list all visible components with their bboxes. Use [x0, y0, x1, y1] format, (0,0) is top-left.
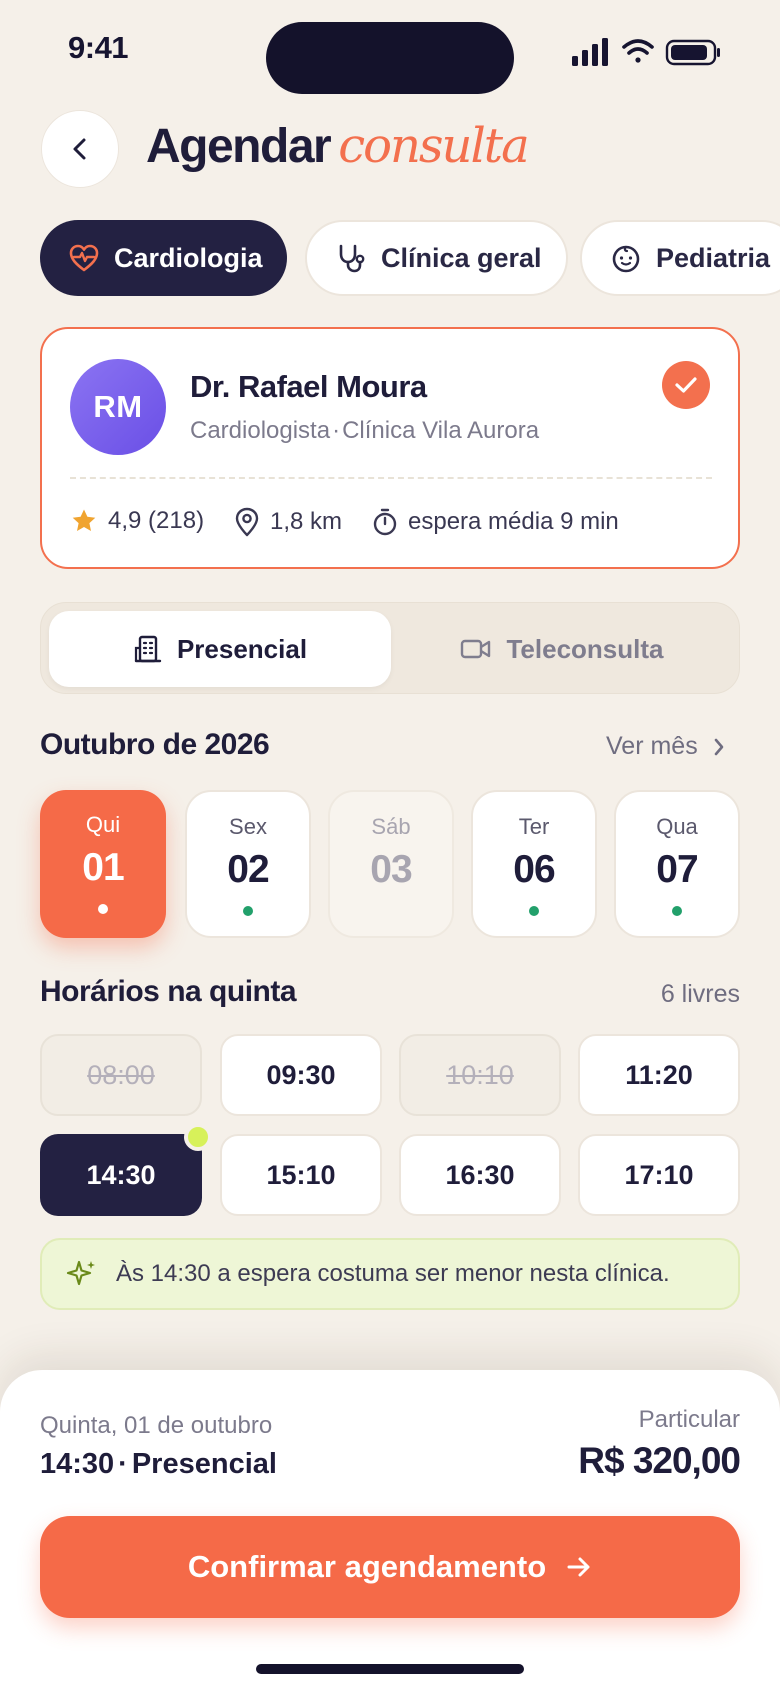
distance-value: 1,8 km [270, 508, 343, 535]
free-slots-count: 6 livres [660, 980, 740, 1008]
tip-text: Às 14:30 a espera costuma ser menor nest… [116, 1260, 670, 1287]
selected-check-badge [662, 361, 710, 409]
doctor-card[interactable]: RM Dr. Rafael Moura Cardiologista·Clínic… [40, 327, 740, 569]
specialty-chip-label: Clínica geral [381, 242, 542, 273]
specialty-chip-label: Cardiologia [114, 242, 263, 273]
wifi-icon [622, 39, 654, 63]
summary-time-mode: 14:30 · Presencial [40, 1448, 277, 1481]
battery-icon [665, 39, 720, 66]
baby-face-icon [610, 242, 642, 274]
sparkle-icon [66, 1258, 98, 1290]
signal-icon [572, 38, 608, 66]
consult-mode-toggle: Presencial Teleconsulta [40, 602, 740, 694]
mode-option-teleconsulta[interactable]: Teleconsulta [391, 611, 733, 687]
divider [70, 477, 712, 479]
see-month-label: Ver mês [606, 732, 698, 760]
mode-option-label: Presencial [176, 633, 308, 664]
map-pin-icon [234, 507, 260, 537]
summary-mode: Presencial [131, 1448, 277, 1480]
date-weekday: Sex [229, 814, 267, 839]
specialty-chip-pediatria[interactable]: Pediatria [580, 220, 780, 296]
date-number: 02 [227, 848, 269, 891]
availability-dot [386, 906, 396, 916]
time-slot-taken: 10:10 [399, 1034, 561, 1116]
chevron-right-icon [712, 736, 726, 758]
date-number: 01 [82, 846, 124, 889]
stopwatch-icon [372, 507, 398, 537]
time-slot[interactable]: 16:30 [399, 1134, 561, 1216]
availability-dot [672, 906, 682, 916]
date-weekday: Sáb [371, 814, 411, 839]
specialty-chip-clinica-geral[interactable]: Clínica geral [305, 220, 568, 296]
back-button[interactable] [41, 110, 119, 188]
confirm-button-label: Confirmar agendamento [187, 1549, 547, 1584]
doctor-specialty: Cardiologista [190, 417, 331, 444]
mode-option-label: Teleconsulta [506, 633, 664, 664]
building-icon [133, 634, 163, 664]
date-card[interactable]: Sex 02 [185, 790, 311, 938]
time-slot-selected[interactable]: 14:30 [40, 1134, 202, 1216]
selected-indicator-dot [184, 1123, 212, 1151]
arrow-right-icon [566, 1555, 592, 1579]
date-number: 06 [513, 848, 555, 891]
date-card[interactable]: Qui 01 [40, 790, 166, 938]
rating-value: 4,9 (218) [108, 507, 205, 534]
see-month-link[interactable]: Ver mês [606, 732, 726, 761]
mode-option-presencial[interactable]: Presencial [49, 611, 391, 687]
date-weekday: Qua [656, 814, 698, 839]
summary-time: 14:30 [40, 1448, 115, 1480]
heart-pulse-icon [68, 242, 100, 274]
avatar: RM [70, 359, 166, 455]
specialty-chip-cardiologia[interactable]: Cardiologia [40, 220, 287, 296]
times-title: Horários na quinta [40, 975, 297, 1008]
dynamic-island [266, 22, 514, 94]
date-number: 07 [656, 848, 698, 891]
month-label: Outubro de 2026 [40, 728, 270, 761]
availability-dot [243, 906, 253, 916]
summary-date: Quinta, 01 de outubro [40, 1412, 273, 1439]
status-time: 9:41 [68, 30, 129, 65]
date-card[interactable]: Ter 06 [471, 790, 597, 938]
doctor-name: Dr. Rafael Moura [190, 369, 427, 404]
time-slot[interactable]: 15:10 [220, 1134, 382, 1216]
time-slot[interactable]: 09:30 [220, 1034, 382, 1116]
check-icon [675, 377, 697, 393]
chevron-left-icon [73, 138, 86, 160]
payment-type: Particular [638, 1406, 740, 1433]
date-number: 03 [370, 848, 412, 891]
video-camera-icon [460, 637, 492, 661]
time-slot[interactable]: 17:10 [578, 1134, 740, 1216]
availability-dot [529, 906, 539, 916]
date-card-unavailable: Sáb 03 [328, 790, 454, 938]
doctor-subtitle: Cardiologista·Clínica Vila Aurora [190, 417, 539, 445]
availability-dot [98, 904, 108, 914]
time-slot[interactable]: 11:20 [578, 1034, 740, 1116]
date-weekday: Qui [85, 812, 121, 837]
confirm-booking-button[interactable]: Confirmar agendamento [40, 1516, 740, 1618]
price: R$ 320,00 [578, 1440, 741, 1481]
wait-value: espera média 9 min [408, 508, 619, 535]
date-weekday: Ter [518, 814, 550, 839]
doctor-clinic: Clínica Vila Aurora [342, 417, 540, 444]
date-card[interactable]: Qua 07 [614, 790, 740, 938]
wait-tip-banner: Às 14:30 a espera costuma ser menor nest… [40, 1238, 740, 1310]
doctor-rating: 4,9 (218) [70, 507, 204, 535]
page-title-main: Agendar [146, 120, 332, 173]
page-title-accent: consulta [338, 118, 529, 174]
separator: · [332, 417, 341, 444]
home-indicator [256, 1664, 524, 1674]
doctor-distance: 1,8 km [234, 507, 342, 537]
specialty-chip-label: Pediatria [656, 242, 771, 273]
stethoscope-icon [335, 242, 367, 274]
doctor-wait-time: espera média 9 min [372, 507, 619, 537]
page-title: Agendar consulta [146, 118, 530, 174]
separator: · [118, 1448, 128, 1480]
booking-summary-sheet: Quinta, 01 de outubro 14:30 · Presencial P… [0, 1370, 780, 1688]
status-icons [572, 38, 720, 66]
time-slot-taken: 08:00 [40, 1034, 202, 1116]
star-icon [70, 507, 98, 535]
